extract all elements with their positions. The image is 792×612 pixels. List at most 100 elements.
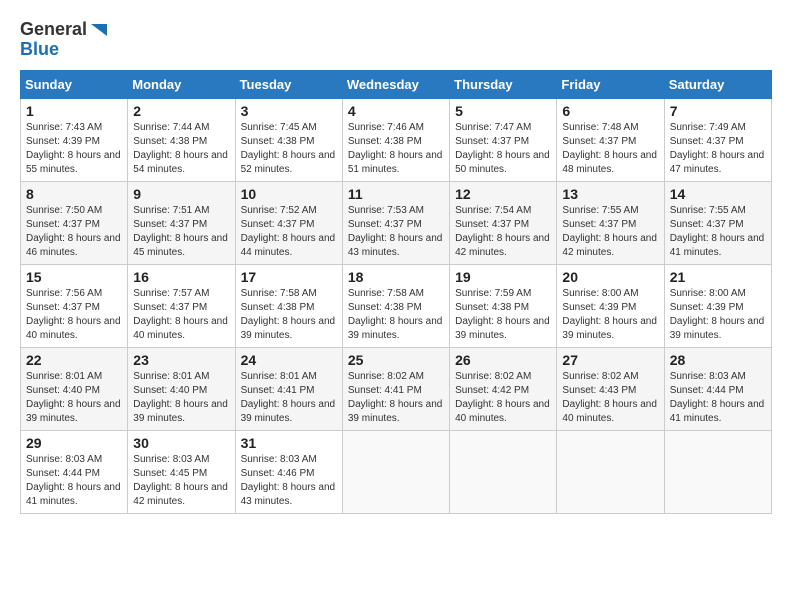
calendar-body: 1 Sunrise: 7:43 AMSunset: 4:39 PMDaylight…: [21, 98, 772, 513]
logo-blue: Blue: [20, 40, 59, 60]
calendar-day-cell: 17 Sunrise: 7:58 AMSunset: 4:38 PMDayligh…: [235, 264, 342, 347]
day-number: 18: [348, 269, 444, 285]
day-number: 25: [348, 352, 444, 368]
calendar-day-cell: [557, 430, 664, 513]
day-number: 29: [26, 435, 122, 451]
day-number: 19: [455, 269, 551, 285]
day-info: Sunrise: 7:53 AMSunset: 4:37 PMDaylight:…: [348, 204, 444, 260]
day-number: 4: [348, 103, 444, 119]
day-info: Sunrise: 7:51 AMSunset: 4:37 PMDaylight:…: [133, 204, 229, 260]
logo-text-block: General Blue: [20, 20, 109, 60]
calendar-day-cell: [450, 430, 557, 513]
calendar-day-cell: [664, 430, 771, 513]
day-number: 17: [241, 269, 337, 285]
weekday-header-cell: Thursday: [450, 70, 557, 98]
day-info: Sunrise: 7:50 AMSunset: 4:37 PMDaylight:…: [26, 204, 122, 260]
day-number: 8: [26, 186, 122, 202]
day-number: 27: [562, 352, 658, 368]
day-info: Sunrise: 8:01 AMSunset: 4:40 PMDaylight:…: [26, 370, 122, 426]
day-number: 13: [562, 186, 658, 202]
day-info: Sunrise: 7:56 AMSunset: 4:37 PMDaylight:…: [26, 287, 122, 343]
calendar-day-cell: 9 Sunrise: 7:51 AMSunset: 4:37 PMDaylight…: [128, 181, 235, 264]
calendar-day-cell: 28 Sunrise: 8:03 AMSunset: 4:44 PMDayligh…: [664, 347, 771, 430]
calendar-day-cell: 31Sunrise: 8:03 AMSunset: 4:46 PMDayligh…: [235, 430, 342, 513]
calendar-table: SundayMondayTuesdayWednesdayThursdayFrid…: [20, 70, 772, 514]
day-number: 5: [455, 103, 551, 119]
day-info: Sunrise: 7:45 AMSunset: 4:38 PMDaylight:…: [241, 121, 337, 177]
day-info: Sunrise: 7:58 AMSunset: 4:38 PMDaylight:…: [348, 287, 444, 343]
logo-general: General: [20, 20, 87, 40]
calendar-day-cell: 29 Sunrise: 8:03 AMSunset: 4:44 PMDayligh…: [21, 430, 128, 513]
calendar-day-cell: 15 Sunrise: 7:56 AMSunset: 4:37 PMDayligh…: [21, 264, 128, 347]
day-number: 23: [133, 352, 229, 368]
page-header: General Blue: [20, 20, 772, 60]
calendar-week-row: 8 Sunrise: 7:50 AMSunset: 4:37 PMDaylight…: [21, 181, 772, 264]
weekday-header-cell: Wednesday: [342, 70, 449, 98]
calendar-day-cell: 24Sunrise: 8:01 AMSunset: 4:41 PMDayligh…: [235, 347, 342, 430]
calendar-day-cell: 2 Sunrise: 7:44 AMSunset: 4:38 PMDaylight…: [128, 98, 235, 181]
logo: General Blue: [20, 20, 109, 60]
day-number: 2: [133, 103, 229, 119]
calendar-day-cell: 5Sunrise: 7:47 AMSunset: 4:37 PMDaylight…: [450, 98, 557, 181]
day-info: Sunrise: 7:58 AMSunset: 4:38 PMDaylight:…: [241, 287, 337, 343]
day-info: Sunrise: 7:52 AMSunset: 4:37 PMDaylight:…: [241, 204, 337, 260]
day-number: 28: [670, 352, 766, 368]
calendar-day-cell: 8 Sunrise: 7:50 AMSunset: 4:37 PMDaylight…: [21, 181, 128, 264]
day-info: Sunrise: 8:03 AMSunset: 4:44 PMDaylight:…: [26, 453, 122, 509]
calendar-day-cell: 10Sunrise: 7:52 AMSunset: 4:37 PMDayligh…: [235, 181, 342, 264]
day-info: Sunrise: 8:03 AMSunset: 4:44 PMDaylight:…: [670, 370, 766, 426]
calendar-day-cell: 30 Sunrise: 8:03 AMSunset: 4:45 PMDayligh…: [128, 430, 235, 513]
calendar-day-cell: 23 Sunrise: 8:01 AMSunset: 4:40 PMDayligh…: [128, 347, 235, 430]
weekday-header-cell: Sunday: [21, 70, 128, 98]
calendar-day-cell: 26Sunrise: 8:02 AMSunset: 4:42 PMDayligh…: [450, 347, 557, 430]
weekday-header-row: SundayMondayTuesdayWednesdayThursdayFrid…: [21, 70, 772, 98]
day-number: 1: [26, 103, 122, 119]
calendar-day-cell: 21 Sunrise: 8:00 AMSunset: 4:39 PMDayligh…: [664, 264, 771, 347]
logo-arrow-icon: [89, 20, 109, 40]
day-number: 24: [241, 352, 337, 368]
calendar-day-cell: 18 Sunrise: 7:58 AMSunset: 4:38 PMDayligh…: [342, 264, 449, 347]
calendar-week-row: 29 Sunrise: 8:03 AMSunset: 4:44 PMDayligh…: [21, 430, 772, 513]
calendar-day-cell: 16Sunrise: 7:57 AMSunset: 4:37 PMDayligh…: [128, 264, 235, 347]
calendar-week-row: 1 Sunrise: 7:43 AMSunset: 4:39 PMDaylight…: [21, 98, 772, 181]
weekday-header-cell: Monday: [128, 70, 235, 98]
calendar-day-cell: 27 Sunrise: 8:02 AMSunset: 4:43 PMDayligh…: [557, 347, 664, 430]
calendar-day-cell: 12Sunrise: 7:54 AMSunset: 4:37 PMDayligh…: [450, 181, 557, 264]
calendar-day-cell: 14Sunrise: 7:55 AMSunset: 4:37 PMDayligh…: [664, 181, 771, 264]
day-number: 11: [348, 186, 444, 202]
calendar-week-row: 15 Sunrise: 7:56 AMSunset: 4:37 PMDayligh…: [21, 264, 772, 347]
calendar-day-cell: 4Sunrise: 7:46 AMSunset: 4:38 PMDaylight…: [342, 98, 449, 181]
day-info: Sunrise: 8:03 AMSunset: 4:45 PMDaylight:…: [133, 453, 229, 509]
calendar-day-cell: 6Sunrise: 7:48 AMSunset: 4:37 PMDaylight…: [557, 98, 664, 181]
calendar-day-cell: 19Sunrise: 7:59 AMSunset: 4:38 PMDayligh…: [450, 264, 557, 347]
weekday-header-cell: Friday: [557, 70, 664, 98]
day-number: 22: [26, 352, 122, 368]
day-number: 3: [241, 103, 337, 119]
day-number: 14: [670, 186, 766, 202]
day-info: Sunrise: 7:43 AMSunset: 4:39 PMDaylight:…: [26, 121, 122, 177]
calendar-day-cell: 7 Sunrise: 7:49 AMSunset: 4:37 PMDaylight…: [664, 98, 771, 181]
day-info: Sunrise: 7:49 AMSunset: 4:37 PMDaylight:…: [670, 121, 766, 177]
day-info: Sunrise: 8:01 AMSunset: 4:40 PMDaylight:…: [133, 370, 229, 426]
day-number: 15: [26, 269, 122, 285]
calendar-day-cell: 13Sunrise: 7:55 AMSunset: 4:37 PMDayligh…: [557, 181, 664, 264]
calendar-day-cell: 22 Sunrise: 8:01 AMSunset: 4:40 PMDayligh…: [21, 347, 128, 430]
day-number: 21: [670, 269, 766, 285]
calendar-day-cell: 20Sunrise: 8:00 AMSunset: 4:39 PMDayligh…: [557, 264, 664, 347]
day-info: Sunrise: 8:02 AMSunset: 4:43 PMDaylight:…: [562, 370, 658, 426]
day-info: Sunrise: 7:57 AMSunset: 4:37 PMDaylight:…: [133, 287, 229, 343]
day-info: Sunrise: 8:00 AMSunset: 4:39 PMDaylight:…: [670, 287, 766, 343]
calendar-day-cell: 11 Sunrise: 7:53 AMSunset: 4:37 PMDayligh…: [342, 181, 449, 264]
day-number: 20: [562, 269, 658, 285]
day-number: 30: [133, 435, 229, 451]
day-number: 12: [455, 186, 551, 202]
day-info: Sunrise: 7:44 AMSunset: 4:38 PMDaylight:…: [133, 121, 229, 177]
calendar-day-cell: 25Sunrise: 8:02 AMSunset: 4:41 PMDayligh…: [342, 347, 449, 430]
day-number: 7: [670, 103, 766, 119]
day-number: 31: [241, 435, 337, 451]
day-number: 6: [562, 103, 658, 119]
day-info: Sunrise: 8:02 AMSunset: 4:42 PMDaylight:…: [455, 370, 551, 426]
weekday-header-cell: Saturday: [664, 70, 771, 98]
day-number: 9: [133, 186, 229, 202]
calendar-day-cell: [342, 430, 449, 513]
